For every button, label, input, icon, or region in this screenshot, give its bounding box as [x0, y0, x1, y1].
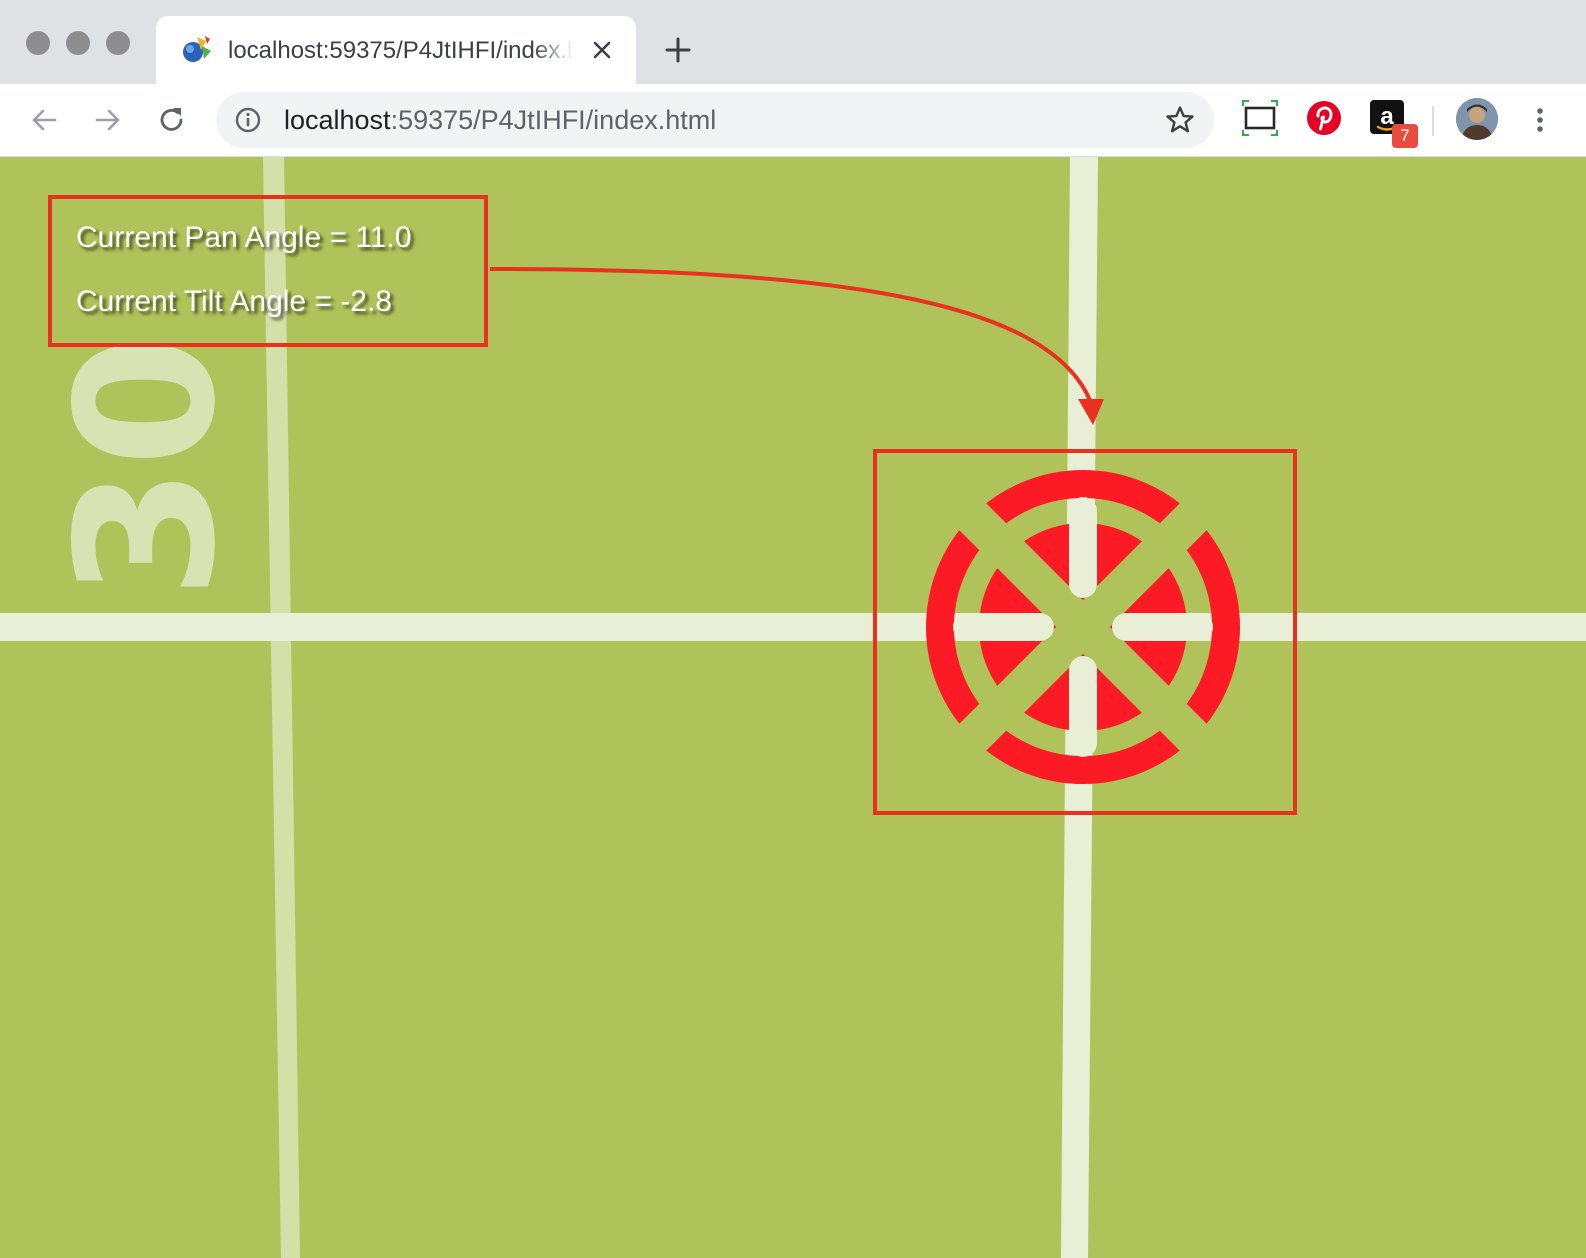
- url-path: :59375/P4JtIHFI/index.html: [390, 105, 717, 135]
- browser-window: localhost:59375/P4JtIHFI/index.html loca…: [0, 0, 1586, 1258]
- angle-readout-box: Current Pan Angle = 11.0 Current Tilt An…: [48, 195, 488, 347]
- pinterest-icon[interactable]: [1304, 98, 1344, 138]
- profile-avatar-icon: [1456, 98, 1498, 140]
- page-viewport: 30 Current Pan Angle = 11.0 Current Tilt…: [0, 157, 1586, 1258]
- sphere-favicon-icon: [183, 36, 211, 62]
- minimize-window-button[interactable]: [66, 31, 90, 55]
- reload-icon[interactable]: [154, 102, 190, 138]
- avatar[interactable]: [1456, 98, 1498, 140]
- tab-title: localhost:59375/P4JtIHFI/index.html: [228, 38, 574, 64]
- field-number: 30: [36, 335, 257, 599]
- zoom-window-button[interactable]: [106, 31, 130, 55]
- browser-toolbar: localhost:59375/P4JtIHFI/index.html a 7: [0, 84, 1586, 157]
- close-icon[interactable]: [588, 36, 616, 64]
- star-icon[interactable]: [1164, 104, 1196, 136]
- address-url: localhost:59375/P4JtIHFI/index.html: [284, 105, 716, 135]
- url-host: localhost: [284, 105, 391, 135]
- browser-tab[interactable]: localhost:59375/P4JtIHFI/index.html: [156, 16, 636, 84]
- tilt-angle-readout: Current Tilt Angle = -2.8: [76, 285, 392, 318]
- field-line-horizontal: [0, 613, 1586, 641]
- extension-badge: 7: [1392, 124, 1418, 148]
- arrow-right-icon[interactable]: [90, 102, 126, 138]
- info-icon[interactable]: [234, 106, 262, 134]
- vertical-dots-icon[interactable]: [1528, 102, 1552, 138]
- pan-angle-readout: Current Pan Angle = 11.0: [76, 221, 412, 254]
- arrow-left-icon[interactable]: [26, 102, 62, 138]
- screen-capture-icon[interactable]: [1240, 98, 1280, 138]
- tab-strip: localhost:59375/P4JtIHFI/index.html: [0, 0, 1586, 84]
- close-window-button[interactable]: [26, 31, 50, 55]
- target-highlight-box: [873, 449, 1297, 815]
- plus-icon[interactable]: [662, 34, 694, 66]
- address-bar[interactable]: localhost:59375/P4JtIHFI/index.html: [216, 92, 1214, 148]
- toolbar-separator: [1432, 106, 1434, 136]
